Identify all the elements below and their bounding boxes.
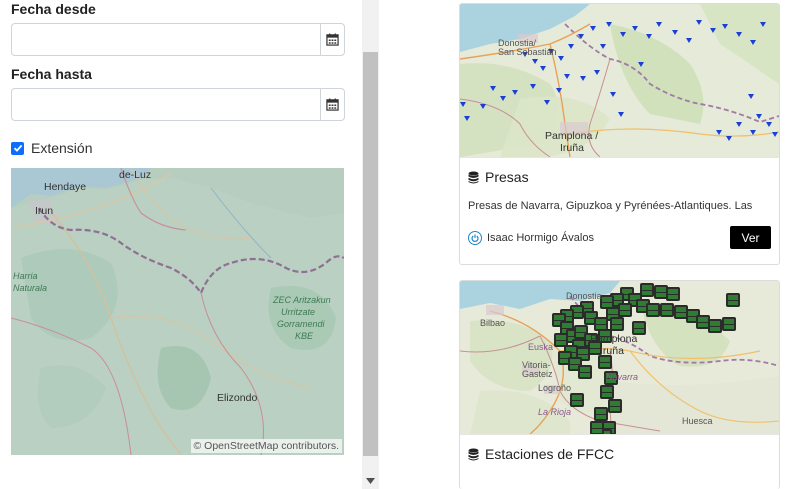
map-label-euska: Euska [528, 342, 554, 352]
database-icon [468, 171, 479, 183]
train-station-marker-icon [708, 319, 722, 333]
fecha-desde-label: Fecha desde [11, 1, 96, 17]
map-label-kbe: KBE [295, 331, 314, 341]
fecha-hasta-input[interactable] [12, 89, 312, 120]
train-station-marker-icon [600, 385, 614, 399]
train-station-marker-icon [726, 293, 740, 307]
page: Fecha desde Fecha hasta Extensión Henday… [0, 0, 793, 489]
map-label-urritzate: Urritzate [281, 307, 316, 317]
scroll-down-arrow-icon[interactable] [362, 472, 379, 489]
map-label-huesca: Huesca [682, 416, 713, 426]
map-label-logrono: Logroño [538, 383, 572, 393]
card-description: Presas de Navarra, Gipuzkoa y Pyrénées-A… [468, 200, 753, 212]
train-station-marker-icon [608, 399, 622, 413]
train-station-marker-icon [594, 317, 608, 331]
card-author[interactable]: Isaac Hormigo Ávalos [468, 230, 594, 245]
check-icon [13, 144, 22, 152]
card-title: Estaciones de FFCC [468, 446, 614, 462]
filter-panel: Fecha desde Fecha hasta Extensión Henday… [0, 0, 362, 489]
extension-checkbox[interactable] [11, 141, 24, 155]
train-station-marker-icon [600, 295, 614, 309]
map-label-bilbao: Bilbao [480, 318, 506, 328]
map-attribution: © OpenStreetMap contributors. [190, 439, 342, 453]
calendar-icon[interactable] [320, 89, 344, 120]
train-station-marker-icon [666, 287, 680, 301]
map-tiles [460, 4, 779, 157]
train-station-marker-icon [640, 283, 654, 297]
train-station-marker-icon [554, 333, 568, 347]
train-station-marker-icon [594, 407, 608, 421]
map-label-iruna: Iruña [560, 142, 584, 154]
card-title-text[interactable]: Presas [485, 169, 529, 185]
train-station-marker-icon [570, 393, 584, 407]
fecha-hasta-label: Fecha hasta [11, 66, 92, 82]
card-divider [460, 157, 779, 158]
train-station-marker-icon [590, 421, 604, 434]
train-station-marker-icon [618, 303, 632, 317]
train-station-marker-icon [654, 285, 668, 299]
map-label-gorramendi: Gorramendi [277, 319, 325, 329]
panel-scrollbar[interactable] [362, 0, 379, 489]
map-label-pamplona: Pamplona / [545, 130, 599, 142]
map-label-navarra: Navarra [606, 372, 639, 382]
map-card-estaciones: Donostia Bilbao Pamplona Iruña Euska Vit… [459, 280, 780, 489]
map-label-luz: de-Luz [119, 169, 152, 181]
map-label-harria: Harria [13, 271, 38, 281]
train-station-marker-icon [646, 303, 660, 317]
map-label-zec: ZEC Aritzakun [273, 295, 331, 305]
train-station-marker-icon [722, 317, 736, 331]
map-label-donostia: Donostia [566, 291, 602, 301]
extension-toggle[interactable]: Extensión [11, 140, 92, 156]
map-label-elizondo: Elizondo [217, 392, 258, 404]
map-label-hendaye: Hendaye [44, 181, 87, 193]
card-map-thumbnail[interactable]: Donostia/ San Sebastián Pamplona / Iruña [460, 4, 779, 157]
scrollbar-thumb[interactable] [363, 52, 378, 456]
map-label-la-rioja: La Rioja [538, 407, 572, 417]
train-station-marker-icon [674, 305, 688, 319]
map-label-iruna: Iruña [600, 345, 624, 357]
card-title-text[interactable]: Estaciones de FFCC [485, 446, 614, 462]
map-card-presas: Donostia/ San Sebastián Pamplona / Iruña… [459, 3, 780, 265]
extent-map[interactable]: Hendaye de-Luz Irun Harria Naturala ZEC … [11, 168, 344, 455]
map-label-san-sebastian: San Sebastián [498, 47, 557, 57]
fecha-desde-field[interactable] [11, 23, 345, 56]
map-label-gasteiz: Gasteiz [522, 369, 553, 379]
card-title: Presas [468, 169, 529, 185]
train-station-marker-icon [578, 365, 592, 379]
card-divider [460, 434, 779, 435]
train-station-marker-icon [696, 315, 710, 329]
train-station-marker-icon [610, 317, 624, 331]
power-icon [468, 230, 482, 245]
card-map-thumbnail[interactable]: Donostia Bilbao Pamplona Iruña Euska Vit… [460, 281, 779, 434]
author-name: Isaac Hormigo Ávalos [487, 231, 594, 244]
extension-label: Extensión [31, 140, 93, 156]
ver-button[interactable]: Ver [730, 226, 771, 249]
database-icon [468, 448, 479, 460]
map-label-irun: Irun [35, 205, 54, 217]
fecha-hasta-field[interactable] [11, 88, 345, 121]
map-label-pamplona: Pamplona [590, 333, 638, 345]
fecha-desde-input[interactable] [12, 24, 312, 55]
card-footer: Isaac Hormigo Ávalos Ver [468, 226, 771, 249]
map-label-natural: Naturala [13, 283, 48, 293]
train-station-marker-icon [660, 303, 674, 317]
calendar-icon[interactable] [320, 24, 344, 55]
